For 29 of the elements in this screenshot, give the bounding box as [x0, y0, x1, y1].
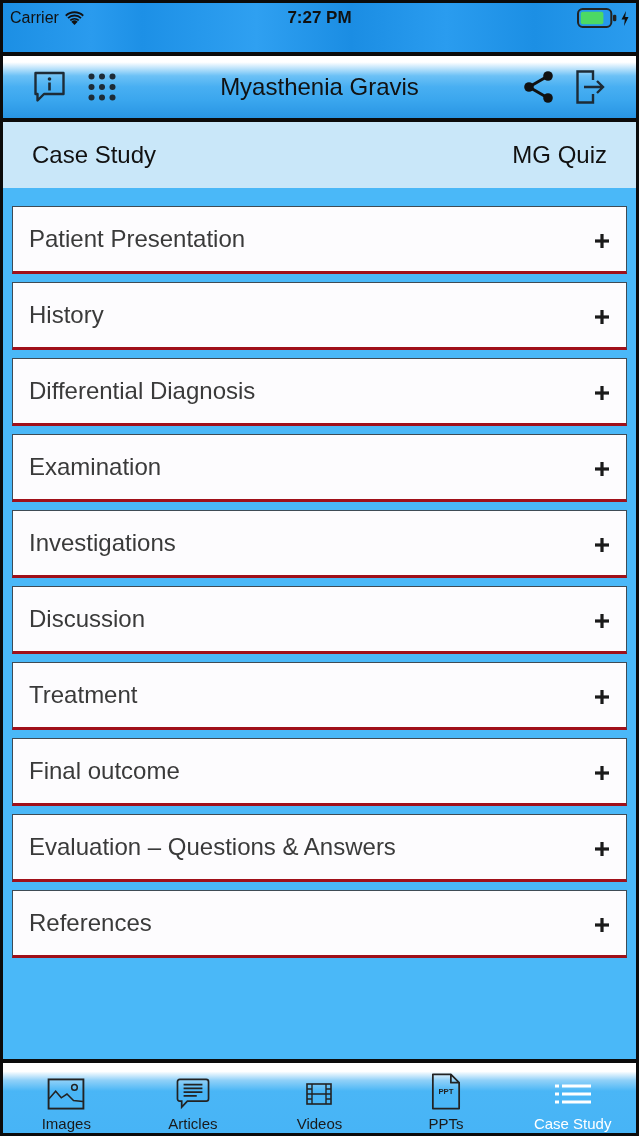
info-icon[interactable]	[33, 71, 66, 103]
tab[interactable]: Images	[3, 1063, 130, 1133]
section-row[interactable]: Final outcome	[12, 738, 627, 806]
section-row[interactable]: Evaluation – Questions & Answers	[12, 814, 627, 882]
carrier-name: Carrier	[10, 8, 59, 28]
charging-bolt-icon	[621, 10, 629, 26]
section-row[interactable]: History	[12, 282, 627, 350]
section-row[interactable]: Discussion	[12, 586, 627, 654]
battery-icon	[576, 8, 618, 28]
grid-menu-icon[interactable]	[88, 73, 116, 101]
exit-icon[interactable]	[576, 70, 606, 104]
section-row[interactable]: References	[12, 890, 627, 958]
wifi-icon	[64, 11, 84, 25]
tab[interactable]: Videos	[256, 1063, 383, 1133]
section-row[interactable]: Differential Diagnosis	[12, 358, 627, 426]
share-icon[interactable]	[523, 71, 554, 103]
list-icon	[554, 1084, 591, 1104]
clock-time: 7:27 PM	[287, 8, 352, 28]
tab[interactable]: Articles	[129, 1063, 257, 1133]
section-row[interactable]: Investigations	[12, 510, 627, 578]
tab[interactable]: PPT PPTs	[382, 1063, 510, 1133]
segment-link[interactable]: MG Quiz	[512, 141, 607, 169]
picture-icon	[47, 1078, 86, 1110]
film-strip-icon	[306, 1083, 333, 1105]
section-row[interactable]: Examination	[12, 434, 627, 502]
screen-title: Myasthenia Gravis	[220, 73, 419, 101]
segment-link[interactable]: Case Study	[32, 141, 157, 169]
section-row[interactable]: Patient Presentation	[12, 206, 627, 274]
section-row[interactable]: Treatment	[12, 662, 627, 730]
